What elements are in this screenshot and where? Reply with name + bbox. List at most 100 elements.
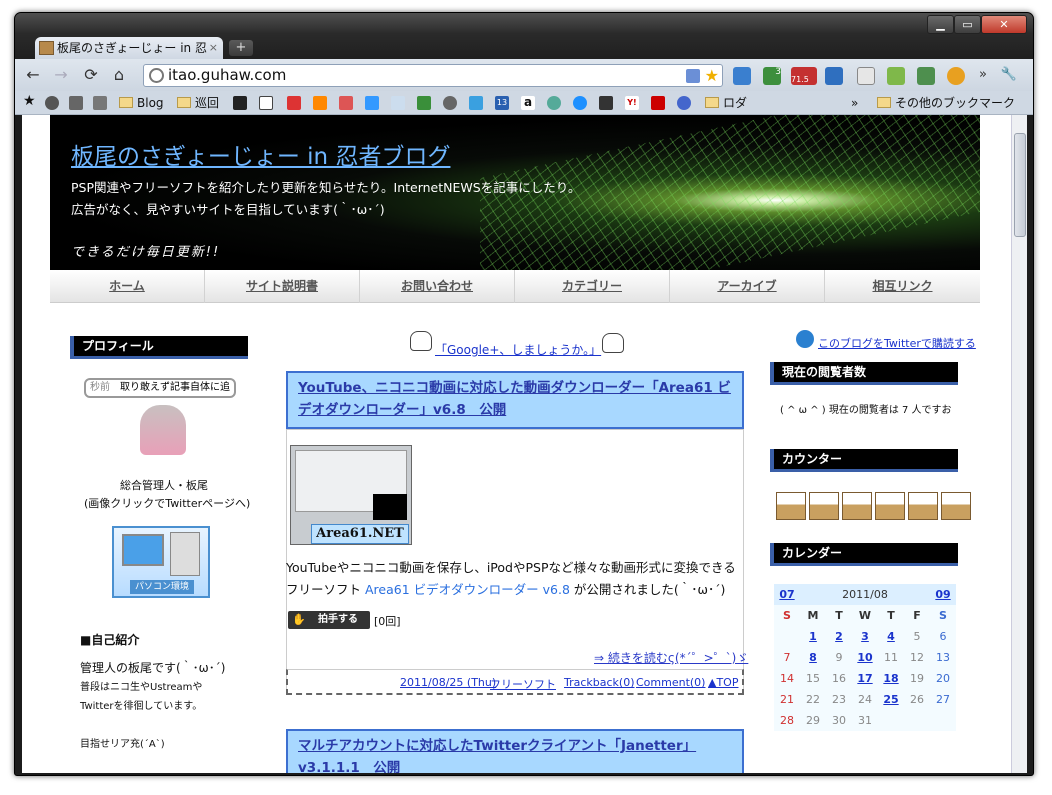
- read-more-link[interactable]: ⇒ 続きを読むς(*´゜>゜`)ゞ: [594, 649, 748, 666]
- forward-button[interactable]: →: [51, 65, 71, 85]
- bookmark-icon[interactable]: [651, 96, 665, 110]
- new-tab-button[interactable]: +: [229, 40, 253, 56]
- nav-archive[interactable]: アーカイブ: [670, 270, 825, 303]
- nav-category[interactable]: カテゴリー: [515, 270, 670, 303]
- tab-close-icon[interactable]: ×: [209, 37, 218, 59]
- history-icon[interactable]: [45, 96, 59, 110]
- bookmark-folder-other[interactable]: その他のブックマーク: [877, 95, 1015, 111]
- google-plus-link[interactable]: 「Google+、しましょうか。」: [435, 341, 601, 358]
- tweet-bubble[interactable]: 秒前 取り敢えず記事自体に追: [84, 378, 236, 398]
- calendar-day[interactable]: 25: [878, 689, 904, 710]
- download-icon[interactable]: [69, 96, 83, 110]
- twitter-icon[interactable]: [469, 96, 483, 110]
- scrollbar[interactable]: [1011, 115, 1027, 773]
- back-button[interactable]: ←: [23, 65, 43, 85]
- calendar-day[interactable]: 1: [800, 626, 826, 647]
- wrench-menu-icon[interactable]: 🔧: [999, 65, 1019, 85]
- google-icon[interactable]: [417, 96, 431, 110]
- calendar-weekday: F: [913, 609, 921, 622]
- calendar-prev-link[interactable]: 07: [774, 584, 800, 605]
- pc-tower-icon: [170, 532, 200, 576]
- nav-site-guide[interactable]: サイト説明書: [205, 270, 360, 303]
- bookmarks-overflow-icon[interactable]: »: [851, 95, 858, 111]
- twitter-icon: [796, 330, 814, 348]
- calendar-day[interactable]: 18: [878, 668, 904, 689]
- screen-extension-icon[interactable]: [825, 67, 843, 85]
- bookmark-icon[interactable]: [339, 96, 353, 110]
- bookmark-icon[interactable]: [391, 96, 405, 110]
- reload-button[interactable]: ⟳: [81, 65, 101, 85]
- minimize-button[interactable]: ▁: [927, 15, 954, 34]
- calendar-next-link[interactable]: 09: [930, 584, 956, 605]
- comment-link[interactable]: Comment(0): [636, 676, 705, 689]
- twitter-subscribe-link[interactable]: このブログをTwitterで購読する: [818, 335, 976, 351]
- counter-extension-icon[interactable]: 71.5: [791, 67, 817, 85]
- maximize-button[interactable]: ▭: [954, 15, 981, 34]
- tv-icon[interactable]: [259, 96, 273, 110]
- translate-extension-icon[interactable]: [733, 67, 751, 85]
- addon-extension-icon[interactable]: [887, 67, 905, 85]
- calendar-day[interactable]: 2: [826, 626, 852, 647]
- post-title-link[interactable]: YouTube、ニコニコ動画に対応した動画ダウンローダー「Area61 ビデオダ…: [286, 371, 744, 429]
- post-text-1: YouTubeやニコニコ動画を保存し、iPodやPSPなど様々な動画形式に変換で…: [286, 560, 736, 575]
- profile-heading: プロフィール: [70, 336, 248, 359]
- scrollbar-thumb[interactable]: [1014, 133, 1026, 237]
- blog-title-link[interactable]: 板尾のさぎょーじょー in 忍者ブログ: [71, 137, 450, 171]
- bookmark-folder-blog[interactable]: Blog: [119, 95, 164, 111]
- nav-links[interactable]: 相互リンク: [825, 270, 980, 303]
- rss-icon[interactable]: [686, 69, 700, 83]
- bookmark-folder-junkai[interactable]: 巡回: [177, 95, 219, 111]
- thumbnail-label: Area61.NET: [311, 524, 409, 544]
- trackback-link[interactable]: Trackback(0): [564, 676, 635, 689]
- translate-icon[interactable]: [365, 96, 379, 110]
- bookmark-star-icon[interactable]: ★: [705, 65, 719, 86]
- post-category-link[interactable]: フリーソフト: [490, 676, 556, 692]
- post-thumbnail[interactable]: Area61.NET: [290, 445, 412, 545]
- clap-button[interactable]: ✋ 拍手する: [288, 611, 370, 629]
- calendar-day[interactable]: 10: [852, 647, 878, 668]
- bookmark-folder-roda[interactable]: ロダ: [705, 95, 747, 111]
- yahoo-icon[interactable]: Y!: [625, 96, 639, 110]
- post-date-link[interactable]: 2011/08/25 (Thu): [400, 676, 496, 689]
- close-button[interactable]: ✕: [981, 15, 1027, 34]
- calendar-day: 11: [884, 651, 898, 664]
- bookmark-icon[interactable]: [573, 96, 587, 110]
- settings-extension-icon[interactable]: [947, 67, 965, 85]
- pc-environment-banner[interactable]: パソコン環境: [112, 526, 210, 598]
- viewers-text: ( ^ ω ^ ) 現在の閲覧者は 7 人ですお: [780, 405, 952, 416]
- calendar-icon[interactable]: 13: [495, 96, 509, 110]
- calendar-day[interactable]: 8: [800, 647, 826, 668]
- nav-home[interactable]: ホーム: [50, 270, 205, 303]
- bookmark-icon[interactable]: [287, 96, 301, 110]
- software-link[interactable]: Area61 ビデオダウンローダー v6.8: [365, 582, 570, 597]
- bookmark-icon[interactable]: [313, 96, 327, 110]
- globe-icon[interactable]: [443, 96, 457, 110]
- bookmark-icon[interactable]: [677, 96, 691, 110]
- amazon-icon[interactable]: a: [521, 96, 535, 110]
- home-button[interactable]: ⌂: [109, 65, 129, 85]
- monitor-icon[interactable]: [233, 96, 247, 110]
- video-preview-image: [373, 494, 407, 520]
- global-nav: ホーム サイト説明書 お問い合わせ カテゴリー アーカイブ 相互リンク: [50, 270, 980, 303]
- more-extensions-icon[interactable]: »: [973, 65, 993, 85]
- globe-icon: [149, 68, 164, 83]
- star-icon[interactable]: ★: [23, 93, 36, 109]
- post-title-link[interactable]: マルチアカウントに対応したTwitterクライアント「Janetter」 v3.…: [286, 729, 744, 773]
- post-text-2b: が公開されました(｀･ω･´): [573, 582, 726, 597]
- counter-digit-image: [809, 492, 839, 520]
- rss-extension-icon[interactable]: 3: [763, 67, 781, 85]
- avatar[interactable]: [140, 405, 186, 455]
- browser-tab[interactable]: 板尾のさぎょーじょー in 忍 ×: [35, 37, 223, 59]
- calendar-day[interactable]: 3: [852, 626, 878, 647]
- calendar-day[interactable]: 4: [878, 626, 904, 647]
- nav-contact[interactable]: お問い合わせ: [360, 270, 515, 303]
- puzzle-icon[interactable]: [93, 96, 107, 110]
- ie-extension-icon[interactable]: [857, 67, 875, 85]
- plus-icon[interactable]: [599, 96, 613, 110]
- bookmark-icon[interactable]: [547, 96, 561, 110]
- calendar-day: 29: [806, 714, 820, 727]
- download-extension-icon[interactable]: [917, 67, 935, 85]
- address-bar[interactable]: itao.guhaw.com ★: [143, 64, 723, 87]
- calendar-day[interactable]: 17: [852, 668, 878, 689]
- top-link[interactable]: ▲TOP: [708, 676, 738, 689]
